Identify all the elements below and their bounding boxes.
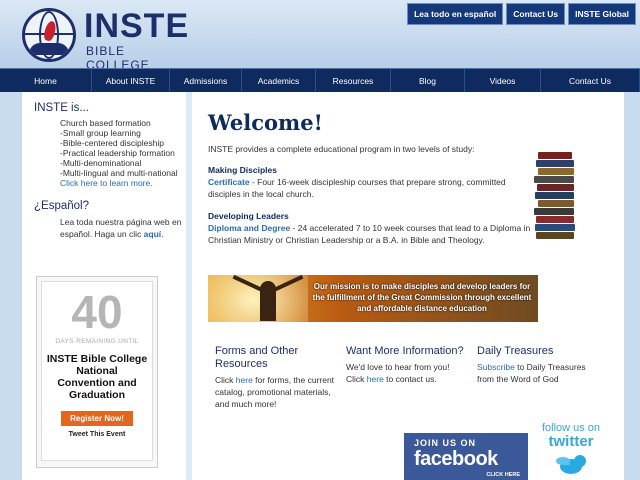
espanol-heading: ¿Español? (34, 200, 89, 212)
feature-item: -Practical leadership formation (60, 148, 175, 158)
making-disciples-block: Making Disciples Certificate - Four 16-w… (208, 164, 533, 200)
intro-text: INSTE provides a complete educational pr… (208, 144, 475, 154)
feature-item: -Bible-centered discipleship (60, 138, 164, 148)
welcome-heading: Welcome! (208, 110, 323, 135)
developing-leaders-heading: Developing Leaders (208, 211, 289, 221)
daily-treasures-heading: Daily Treasures (477, 345, 554, 357)
nav-blog[interactable]: Blog (391, 69, 465, 92)
aqui-link[interactable]: aquí (144, 229, 161, 239)
top-links: Lea todo en español Contact Us INSTE Glo… (407, 3, 636, 25)
book-icon (29, 43, 69, 55)
countdown-number: 40 (71, 286, 123, 338)
nav-about[interactable]: About INSTE (92, 69, 170, 92)
inste-features-list: Church based formation -Small group lear… (60, 118, 186, 188)
countdown-widget: 40 DAYS·REMAINING·UNTIL INSTE Bible Coll… (36, 276, 158, 468)
spanish-link[interactable]: Lea todo en español (407, 3, 504, 25)
more-info-heading: Want More Information? (346, 345, 464, 357)
inste-logo[interactable]: INSTE BIBLE COLLEGE (18, 4, 190, 72)
subscribe-link[interactable]: Subscribe (477, 362, 515, 372)
inste-is-heading: INSTE is... (34, 102, 89, 114)
twitter-bird-icon (556, 455, 586, 475)
main-nav: Home About INSTE Admissions Academics Re… (0, 68, 640, 92)
globe-icon (22, 8, 76, 62)
nav-home[interactable]: Home (0, 69, 92, 92)
twitter-wordmark: twitter (548, 433, 594, 450)
feature-item: -Multi-denominational (60, 158, 142, 168)
inste-global-link[interactable]: INSTE Global (568, 3, 636, 25)
book-stack-image (534, 152, 576, 240)
mission-text: Our mission is to make disciples and dev… (312, 282, 532, 313)
espanol-text: Lea toda nuestra página web en español. … (60, 217, 182, 239)
diploma-degree-link[interactable]: Diploma and Degree (208, 223, 290, 233)
feature-item: -Small group learning (60, 128, 141, 138)
feature-item: Church based formation (60, 118, 151, 128)
nav-resources[interactable]: Resources (316, 69, 391, 92)
nav-admissions[interactable]: Admissions (170, 69, 242, 92)
facebook-badge[interactable]: JOIN US ON facebook CLICK HERE (404, 433, 528, 480)
nav-academics[interactable]: Academics (242, 69, 316, 92)
register-button[interactable]: Register Now! (61, 411, 133, 426)
forms-heading: Forms and Other Resources (215, 345, 299, 370)
top-contact-link[interactable]: Contact Us (506, 3, 566, 25)
event-title: INSTE Bible College National Convention … (46, 353, 148, 401)
learn-more-link[interactable]: Click here to learn more. (60, 178, 186, 188)
forms-resources-column: Forms and Other Resources Click here for… (215, 345, 340, 410)
certificate-link[interactable]: Certificate (208, 177, 250, 187)
nav-contact[interactable]: Contact Us (541, 69, 640, 92)
logo-name: INSTE (84, 7, 190, 45)
facebook-icon: facebook (414, 448, 498, 470)
days-remaining-label: DAYS·REMAINING·UNTIL (55, 338, 139, 345)
contact-here-link[interactable]: here (367, 374, 384, 384)
nav-videos[interactable]: Videos (465, 69, 541, 92)
more-info-column: Want More Information? We'd love to hear… (346, 345, 471, 385)
twitter-badge[interactable]: follow us on twitter (536, 422, 606, 480)
daily-treasures-column: Daily Treasures Subscribe to Daily Treas… (477, 345, 602, 385)
mission-banner[interactable]: Our mission is to make disciples and dev… (208, 275, 538, 322)
feature-item: -Multi-lingual and multi-national (60, 168, 178, 178)
site-header: INSTE BIBLE COLLEGE Lea todo en español … (0, 0, 640, 72)
forms-here-link[interactable]: here (236, 375, 253, 385)
content-area: INSTE is... Church based formation -Smal… (22, 92, 624, 480)
main-column: Welcome! INSTE provides a complete educa… (208, 92, 618, 480)
developing-leaders-block: Developing Leaders Diploma and Degree - … (208, 210, 533, 246)
tweet-event-link[interactable]: Tweet This Event (42, 431, 152, 438)
making-disciples-heading: Making Disciples (208, 165, 277, 175)
sidebar: INSTE is... Church based formation -Smal… (22, 92, 192, 480)
raised-arms-figure (260, 281, 276, 321)
